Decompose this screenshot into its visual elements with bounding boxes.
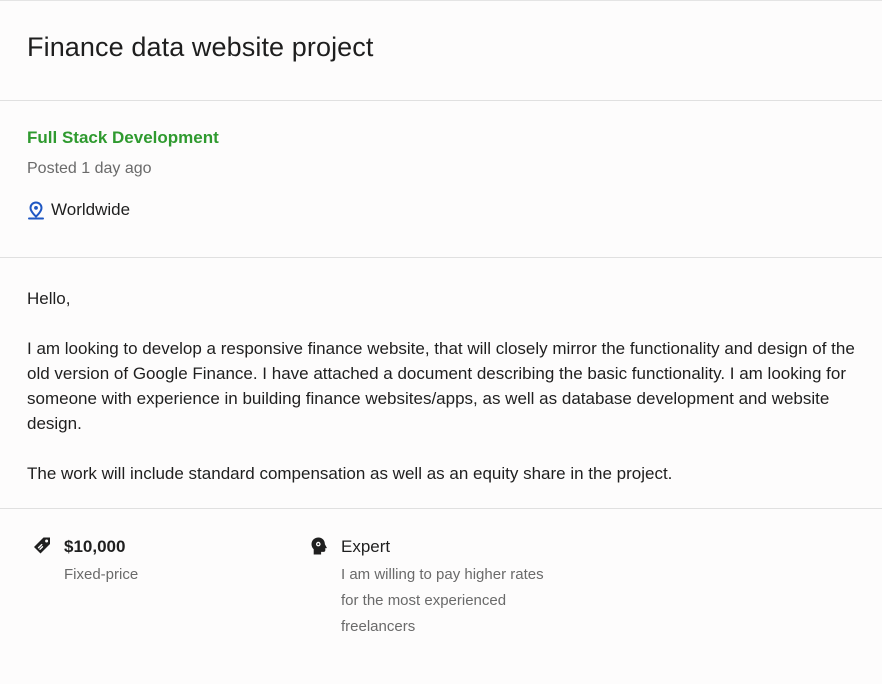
description-section: Hello, I am looking to develop a respons… bbox=[0, 258, 882, 509]
budget-info: $10,000 Fixed-price bbox=[32, 536, 309, 640]
location-label: Worldwide bbox=[51, 200, 131, 219]
budget-type: Fixed-price bbox=[64, 566, 139, 583]
price-tag-icon bbox=[32, 536, 54, 558]
location-pin-icon bbox=[27, 200, 45, 220]
experience-level-label: Expert bbox=[341, 537, 391, 556]
budget-amount: $10,000 bbox=[64, 537, 126, 556]
details-section: $10,000 Fixed-price Expert I am willing … bbox=[0, 509, 882, 640]
meta-section: Full Stack Development Posted 1 day ago … bbox=[0, 101, 882, 258]
page-title: Finance data website project bbox=[27, 32, 374, 62]
expert-head-icon bbox=[309, 536, 331, 558]
title-section: Finance data website project bbox=[0, 1, 882, 101]
job-details-page: Finance data website project Full Stack … bbox=[0, 0, 882, 684]
posted-time: Posted 1 day ago bbox=[27, 160, 152, 177]
job-description: Hello, I am looking to develop a respons… bbox=[27, 286, 855, 486]
category-link[interactable]: Full Stack Development bbox=[27, 128, 219, 148]
experience-level-description: I am willing to pay higher rates for the… bbox=[341, 566, 544, 635]
location: Worldwide bbox=[27, 200, 855, 220]
experience-level-info: Expert I am willing to pay higher rates … bbox=[309, 536, 561, 640]
description-greeting: Hello, bbox=[27, 289, 71, 308]
description-paragraph: I am looking to develop a responsive fin… bbox=[27, 339, 855, 433]
description-paragraph: The work will include standard compensat… bbox=[27, 464, 673, 483]
